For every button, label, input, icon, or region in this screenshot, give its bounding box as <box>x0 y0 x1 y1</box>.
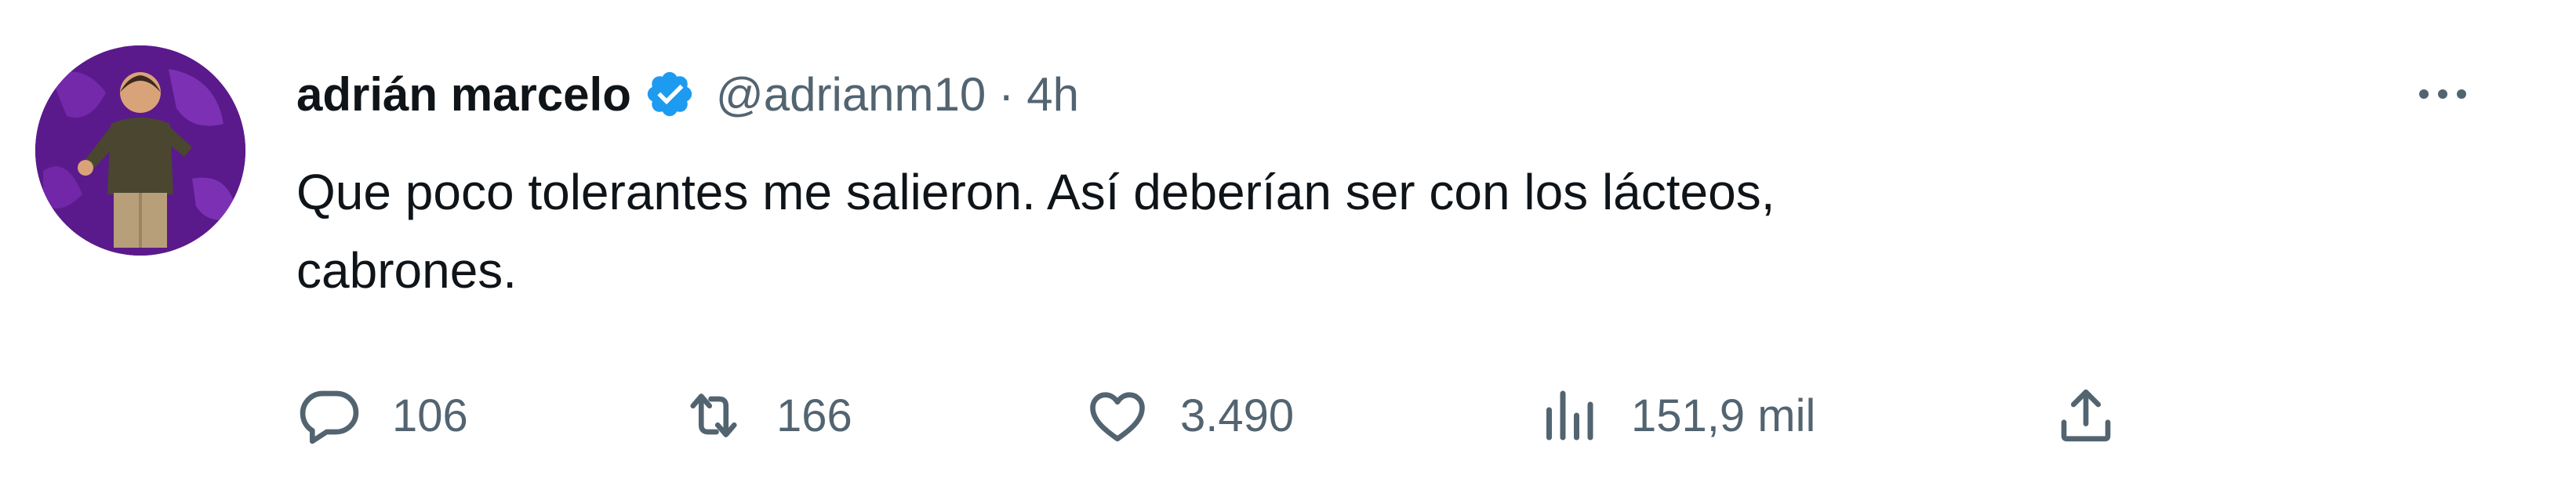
avatar[interactable] <box>35 45 245 256</box>
retweet-button[interactable]: 166 <box>681 376 852 455</box>
display-name[interactable]: adrián marcelo <box>296 67 631 121</box>
action-bar: 106 166 3.490 151,9 mil <box>296 376 2178 455</box>
tweet-text-line: cabrones. <box>296 242 518 299</box>
tweet-text-line: Que poco tolerantes me salieron. Así deb… <box>296 164 1775 220</box>
tweet-text: Que poco tolerantes me salieron. Así deb… <box>296 153 2335 310</box>
heart-icon <box>1085 383 1150 448</box>
separator-dot: · <box>998 67 1015 121</box>
profile-photo <box>35 45 245 256</box>
like-count: 3.490 <box>1180 390 1295 441</box>
tweet-card[interactable]: adrián marcelo @adrianm10 · 4h Que poco … <box>0 0 2576 486</box>
tweet-header: adrián marcelo @adrianm10 · 4h <box>296 59 1079 129</box>
views-icon <box>1535 383 1601 448</box>
reply-icon <box>296 383 362 448</box>
timestamp[interactable]: 4h <box>1026 67 1079 121</box>
reply-button[interactable]: 106 <box>296 376 468 455</box>
share-icon <box>2053 383 2119 448</box>
retweet-count: 166 <box>776 390 852 441</box>
reply-count: 106 <box>392 390 468 441</box>
handle[interactable]: @adrianm10 <box>716 67 986 121</box>
more-options-icon[interactable] <box>2400 71 2486 118</box>
retweet-icon <box>681 383 747 448</box>
share-button[interactable] <box>2053 376 2119 455</box>
views-count: 151,9 mil <box>1631 390 1816 441</box>
like-button[interactable]: 3.490 <box>1085 376 1294 455</box>
verified-badge-icon <box>644 68 696 120</box>
views-button[interactable]: 151,9 mil <box>1535 376 1815 455</box>
